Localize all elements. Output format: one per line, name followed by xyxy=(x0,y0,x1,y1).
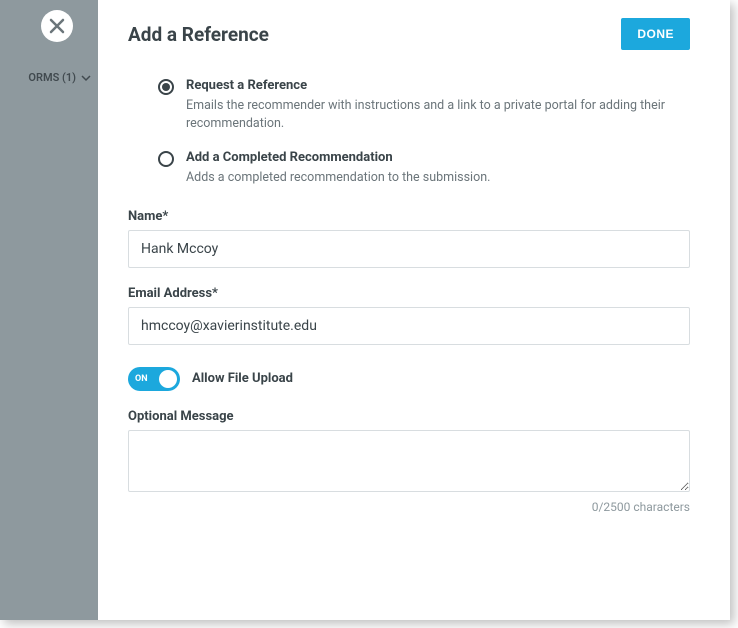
chevron-down-icon xyxy=(80,72,92,84)
close-button[interactable] xyxy=(41,10,73,42)
radio-request-reference[interactable]: Request a Reference Emails the recommend… xyxy=(158,78,690,132)
upload-toggle-row: ON Allow File Upload xyxy=(128,367,690,391)
sidebar-forms-label[interactable]: ORMS (1) xyxy=(0,71,98,84)
upload-toggle-label: Allow File Upload xyxy=(192,371,293,386)
name-label: Name* xyxy=(128,209,690,224)
forms-text: ORMS (1) xyxy=(28,71,76,84)
radio-label-completed: Add a Completed Recommendation xyxy=(186,150,690,165)
toggle-knob xyxy=(159,370,177,388)
name-input[interactable] xyxy=(128,230,690,268)
toggle-state-text: ON xyxy=(135,374,148,384)
header: Add a Reference DONE xyxy=(128,18,690,50)
upload-toggle[interactable]: ON xyxy=(128,367,180,391)
radio-input-completed[interactable] xyxy=(158,151,174,167)
radio-completed-recommendation[interactable]: Add a Completed Recommendation Adds a co… xyxy=(158,150,690,187)
radio-desc-completed: Adds a completed recommendation to the s… xyxy=(186,169,690,187)
sidebar: ORMS (1) xyxy=(0,0,98,620)
reference-type-group: Request a Reference Emails the recommend… xyxy=(158,78,690,187)
modal-container: ORMS (1) Add a Reference DONE Request a … xyxy=(0,0,730,620)
message-textarea[interactable] xyxy=(128,430,690,492)
close-icon xyxy=(49,18,65,34)
radio-text-completed: Add a Completed Recommendation Adds a co… xyxy=(186,150,690,187)
char-counter: 0/2500 characters xyxy=(128,500,690,514)
radio-text-request: Request a Reference Emails the recommend… xyxy=(186,78,690,132)
radio-desc-request: Emails the recommender with instructions… xyxy=(186,97,690,132)
email-input[interactable] xyxy=(128,307,690,345)
email-label: Email Address* xyxy=(128,286,690,301)
radio-input-request[interactable] xyxy=(158,79,174,95)
message-field-group: Optional Message 0/2500 characters xyxy=(128,409,690,514)
radio-label-request: Request a Reference xyxy=(186,78,690,93)
main-content: Add a Reference DONE Request a Reference… xyxy=(98,0,730,620)
name-field-group: Name* xyxy=(128,209,690,268)
page-title: Add a Reference xyxy=(128,23,269,46)
email-field-group: Email Address* xyxy=(128,286,690,345)
done-button[interactable]: DONE xyxy=(621,18,690,50)
message-label: Optional Message xyxy=(128,409,690,424)
